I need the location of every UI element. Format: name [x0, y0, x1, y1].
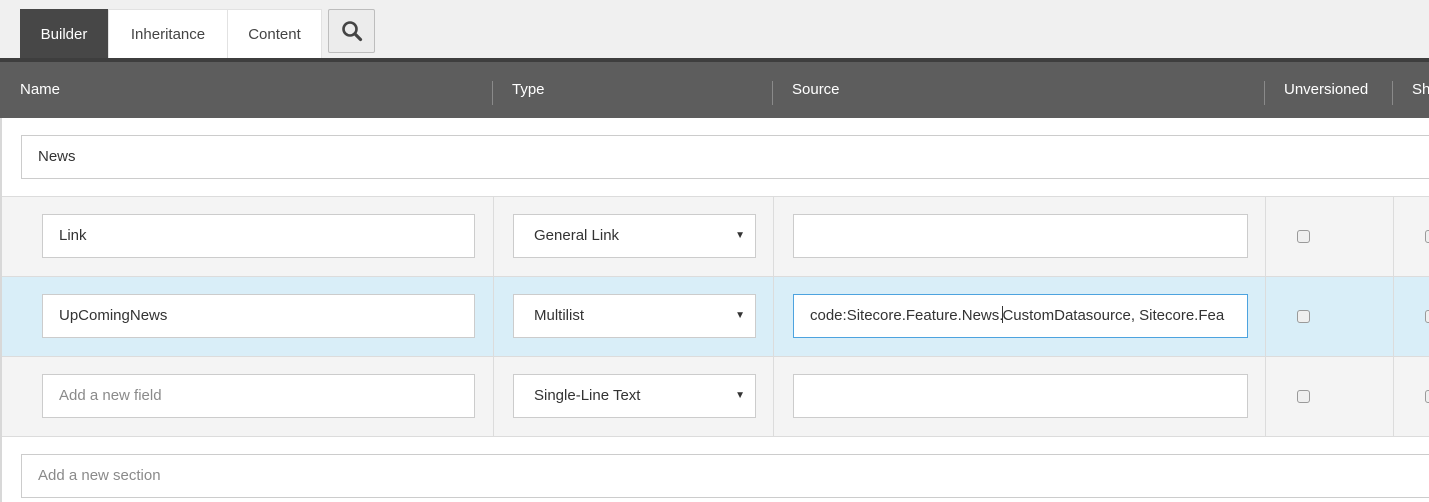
field-type-value: Single-Line Text [534, 387, 641, 404]
tab-builder[interactable]: Builder [20, 9, 108, 58]
tab-content[interactable]: Content [227, 9, 322, 58]
new-field-name-input[interactable]: Add a new field [42, 374, 475, 418]
column-divider [772, 81, 773, 105]
field-type-select[interactable]: Multilist ▼ [513, 294, 756, 338]
section-name-input[interactable]: News [21, 135, 1429, 179]
shared-checkbox[interactable] [1425, 390, 1429, 403]
caret-down-icon: ▼ [735, 390, 745, 401]
new-field-type-select[interactable]: Single-Line Text ▼ [513, 374, 756, 418]
search-button[interactable] [328, 9, 375, 53]
cell-divider [773, 277, 774, 356]
cell-divider [773, 357, 774, 436]
section-row: News [2, 118, 1429, 197]
field-type-value: Multilist [534, 307, 585, 324]
cell-divider [773, 197, 774, 276]
new-field-source-input[interactable] [793, 374, 1248, 418]
new-section-row: Add a new section [2, 437, 1429, 502]
field-source-input[interactable]: code:Sitecore.Feature.News.CustomDatasou… [793, 294, 1248, 338]
column-header-shared[interactable]: Sh [1412, 62, 1429, 118]
tab-bar: Builder Inheritance Content [0, 0, 1429, 58]
column-divider [492, 81, 493, 105]
tab-inheritance[interactable]: Inheritance [108, 9, 228, 58]
unversioned-checkbox[interactable] [1297, 310, 1310, 323]
field-name-input[interactable]: Link [42, 214, 475, 258]
unversioned-checkbox[interactable] [1297, 390, 1310, 403]
cell-divider [1265, 197, 1266, 276]
column-divider [1392, 81, 1393, 105]
field-type-select[interactable]: General Link ▼ [513, 214, 756, 258]
source-text-before-cursor: code:Sitecore.Feature.News. [810, 307, 1004, 324]
cell-divider [493, 277, 494, 356]
caret-down-icon: ▼ [735, 230, 745, 241]
column-header-name[interactable]: Name [20, 62, 60, 118]
grid-header: Name Type Source Unversioned Sh [0, 58, 1429, 118]
field-row-upcomingnews: UpComingNews Multilist ▼ code:Sitecore.F… [2, 277, 1429, 357]
field-row-link: Link General Link ▼ [2, 197, 1429, 277]
cell-divider [493, 357, 494, 436]
column-header-type[interactable]: Type [512, 62, 545, 118]
field-name-input[interactable]: UpComingNews [42, 294, 475, 338]
cell-divider [493, 197, 494, 276]
new-section-input[interactable]: Add a new section [21, 454, 1429, 498]
column-divider [1264, 81, 1265, 105]
source-text-after-cursor: CustomDatasource, Sitecore.Fea [1002, 307, 1225, 324]
cell-divider [1393, 197, 1394, 276]
column-header-source[interactable]: Source [792, 62, 840, 118]
cell-divider [1265, 357, 1266, 436]
shared-checkbox[interactable] [1425, 310, 1429, 323]
column-header-unversioned[interactable]: Unversioned [1284, 62, 1368, 118]
template-builder-grid: News Link General Link ▼ UpComingNews Mu… [0, 118, 1429, 502]
unversioned-checkbox[interactable] [1297, 230, 1310, 243]
field-type-value: General Link [534, 227, 620, 244]
cell-divider [1265, 277, 1266, 356]
shared-checkbox[interactable] [1425, 230, 1429, 243]
cell-divider [1393, 357, 1394, 436]
field-source-input[interactable] [793, 214, 1248, 258]
cell-divider [1393, 277, 1394, 356]
new-field-row: Add a new field Single-Line Text ▼ [2, 357, 1429, 437]
caret-down-icon: ▼ [735, 310, 745, 321]
search-icon [341, 21, 362, 42]
